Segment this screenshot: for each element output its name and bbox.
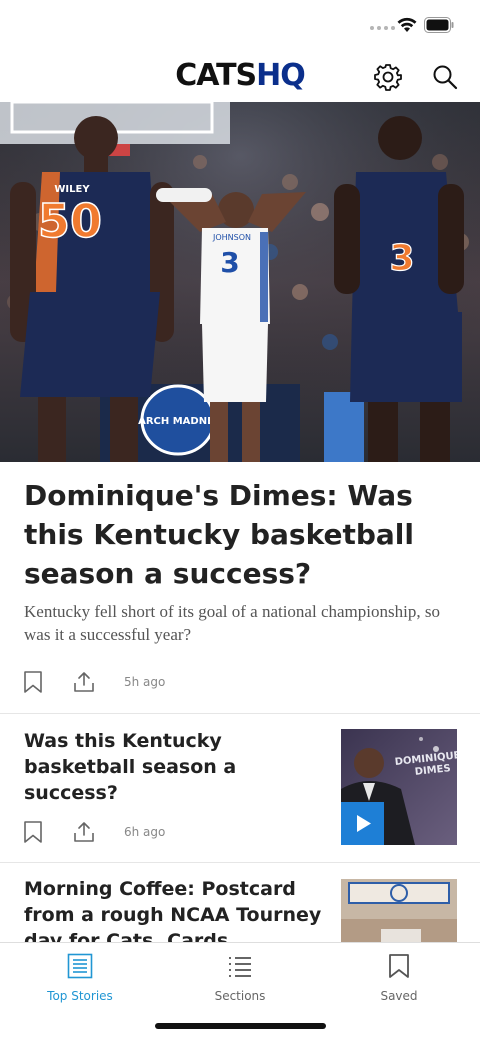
hero-photo-illustration: MARCH MADNESS WILEY 50 JOHNSON 3 3 [0,102,480,462]
story-title[interactable]: Morning Coffee: Postcard from a rough NC… [24,876,324,942]
tab-label: Saved [380,989,418,1003]
play-button[interactable] [341,802,384,845]
share-icon[interactable] [72,670,96,694]
logo-cats: CATS [175,58,257,93]
battery-icon [424,17,454,33]
tab-saved[interactable]: Saved [339,953,459,1003]
wifi-icon [397,17,417,32]
hero-photo[interactable]: MARCH MADNESS WILEY 50 JOHNSON 3 3 [0,102,480,462]
list-icon [229,957,251,977]
home-indicator[interactable] [155,1023,326,1029]
hero-actions: 5h ago [22,670,165,694]
app-logo[interactable]: CATSHQ [0,58,480,93]
story-age: 6h ago [124,825,166,839]
tab-top-stories[interactable]: Top Stories [20,953,140,1003]
hero-age: 5h ago [124,675,166,689]
play-icon [357,815,371,832]
tab-sections[interactable]: Sections [180,953,300,1003]
story-title[interactable]: Was this Kentucky basketball season a su… [24,728,324,806]
search-icon[interactable] [432,64,458,90]
divider [0,862,480,863]
hero-headline[interactable]: Dominique's Dimes: Was this Kentucky bas… [24,476,464,593]
bookmark-icon [389,954,409,978]
newspaper-icon [67,953,93,979]
video-thumbnail[interactable]: DOMINIQUE'S DIMES [341,729,457,845]
hero-jersey-left-number: 50 [38,194,102,248]
tab-label: Sections [214,989,266,1003]
share-icon[interactable] [72,820,96,844]
divider [0,713,480,714]
hero-summary[interactable]: Kentucky fell short of its goal of a nat… [24,600,464,646]
hero-jersey-center-name: JOHNSON [212,233,251,242]
bookmark-icon[interactable] [22,670,44,694]
hero-jersey-right-number: 3 [389,238,414,279]
tab-label: Top Stories [47,989,113,1003]
story-actions: 6h ago [22,820,165,844]
status-bar [0,0,480,50]
app-header: CATSHQ [0,50,480,102]
hero-jersey-center-number: 3 [220,246,239,279]
logo-hq: HQ [256,58,306,93]
gear-icon[interactable] [374,63,402,91]
signal-icon [370,26,395,30]
bookmark-icon[interactable] [22,820,44,844]
story-thumbnail[interactable] [341,879,457,942]
